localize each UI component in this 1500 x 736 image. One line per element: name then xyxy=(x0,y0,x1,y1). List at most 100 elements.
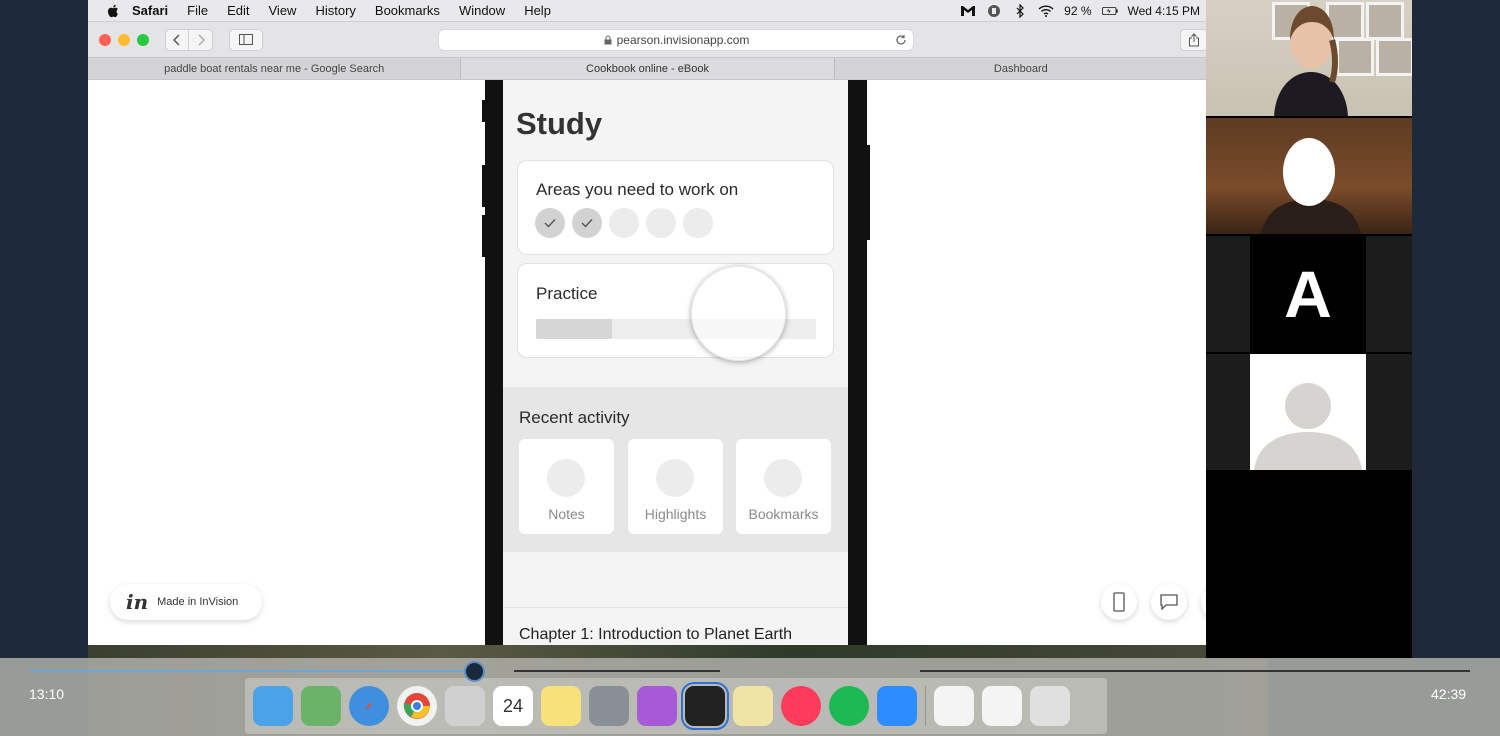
zoom-icon[interactable] xyxy=(877,686,917,726)
battery-percent: 92 % xyxy=(1064,3,1092,18)
sidebar-icon xyxy=(239,34,253,45)
gmail-icon[interactable] xyxy=(960,4,976,18)
dropbox-icon[interactable] xyxy=(986,4,1002,18)
checkmark-icon xyxy=(581,219,593,228)
url-text: pearson.invisionapp.com xyxy=(616,32,750,47)
tab-dashboard[interactable]: Dashboard xyxy=(835,58,1208,79)
sidebar-toggle-button[interactable] xyxy=(229,28,263,51)
address-bar[interactable]: pearson.invisionapp.com xyxy=(438,28,914,51)
notes-app-icon[interactable] xyxy=(541,686,581,726)
bookmarks-tile[interactable]: Bookmarks xyxy=(736,439,831,534)
participant-person xyxy=(1274,6,1348,116)
progress-played-track[interactable] xyxy=(30,670,474,672)
stickies-icon[interactable] xyxy=(733,686,773,726)
user-silhouette-icon xyxy=(1254,383,1362,470)
maps-icon[interactable] xyxy=(301,686,341,726)
tab-google-search[interactable]: paddle boat rentals near me - Google Sea… xyxy=(88,58,462,79)
default-avatar xyxy=(1250,354,1366,470)
areas-title: Areas you need to work on xyxy=(536,180,739,199)
participant-initial-avatar: A xyxy=(1250,236,1366,352)
highlights-tile[interactable]: Highlights xyxy=(628,439,723,534)
chrome-icon[interactable] xyxy=(397,686,437,726)
back-button[interactable] xyxy=(165,28,189,51)
participant-video-2[interactable] xyxy=(1206,118,1412,234)
menu-clock[interactable]: Wed 4:15 PM xyxy=(1128,4,1200,18)
area-dot-complete[interactable] xyxy=(535,208,565,238)
finder-icon[interactable] xyxy=(253,686,293,726)
practice-progress-fill xyxy=(536,319,612,339)
notes-label: Notes xyxy=(548,506,585,522)
minimize-window-button[interactable] xyxy=(118,33,130,46)
menu-view[interactable]: View xyxy=(269,3,297,18)
document-icon[interactable] xyxy=(982,686,1022,726)
wifi-icon[interactable] xyxy=(1038,4,1054,18)
podcasts-icon[interactable] xyxy=(637,686,677,726)
notes-tile[interactable]: Notes xyxy=(519,439,614,534)
highlights-icon xyxy=(656,459,694,497)
menu-bookmarks[interactable]: Bookmarks xyxy=(375,3,440,18)
battery-icon[interactable] xyxy=(1101,4,1118,18)
menu-edit[interactable]: Edit xyxy=(227,3,249,18)
made-in-invision-badge[interactable]: in Made in InVision xyxy=(110,584,262,620)
compass-icon xyxy=(365,702,373,710)
safari-icon[interactable] xyxy=(349,686,389,726)
share-button[interactable] xyxy=(1180,28,1208,51)
document-icon[interactable] xyxy=(934,686,974,726)
browser-toolbar: pearson.invisionapp.com xyxy=(88,22,1208,57)
share-icon xyxy=(1189,32,1199,46)
touch-cursor xyxy=(691,266,786,361)
menu-window[interactable]: Window xyxy=(459,3,505,18)
area-dot[interactable] xyxy=(683,208,713,238)
progress-remaining-track[interactable] xyxy=(514,670,720,672)
chevron-right-icon xyxy=(197,33,205,46)
no-entry-app-icon[interactable] xyxy=(445,686,485,726)
trash-icon[interactable] xyxy=(1030,686,1070,726)
page-title: Study xyxy=(516,106,603,141)
bluetooth-icon[interactable] xyxy=(1012,3,1028,18)
status-area: 92 % Wed 4:15 PM xyxy=(960,3,1200,18)
notes-icon xyxy=(547,459,585,497)
area-dot[interactable] xyxy=(609,208,639,238)
participant-person xyxy=(1261,138,1361,234)
tab-cookbook[interactable]: Cookbook online - eBook xyxy=(461,58,835,79)
invision-label: Made in InVision xyxy=(157,596,239,608)
area-dot[interactable] xyxy=(646,208,676,238)
calendar-icon[interactable]: 24 xyxy=(493,686,533,726)
progress-remaining-track[interactable] xyxy=(920,670,1470,672)
participant-video-1[interactable] xyxy=(1206,0,1412,116)
practice-card[interactable]: Practice xyxy=(517,263,834,358)
music-icon[interactable] xyxy=(781,686,821,726)
system-preferences-icon[interactable] xyxy=(589,686,629,726)
navigation-buttons xyxy=(165,28,213,51)
device-view-button[interactable] xyxy=(1101,584,1137,620)
highlights-label: Highlights xyxy=(644,506,707,522)
apple-icon[interactable] xyxy=(106,4,120,18)
participant-video-3[interactable]: A xyxy=(1206,236,1412,352)
invision-logo: in xyxy=(126,590,149,614)
dock-separator xyxy=(925,686,926,726)
apple-tv-icon[interactable] xyxy=(681,682,729,730)
chevron-left-icon xyxy=(173,33,180,46)
participant-video-4[interactable] xyxy=(1206,354,1412,470)
menu-history[interactable]: History xyxy=(315,3,355,18)
area-dot-complete[interactable] xyxy=(572,208,602,238)
total-duration: 42:39 xyxy=(1431,686,1467,702)
chapter-title[interactable]: Chapter 1: Introduction to Planet Earth xyxy=(519,626,792,644)
reload-icon[interactable] xyxy=(895,34,907,46)
spotify-icon[interactable] xyxy=(829,686,869,726)
menu-app-name[interactable]: Safari xyxy=(132,3,168,18)
areas-progress xyxy=(535,208,713,238)
video-call-panel: A xyxy=(1206,0,1412,658)
menu-file[interactable]: File xyxy=(187,3,208,18)
zoom-window-button[interactable] xyxy=(137,33,149,46)
scrubber-handle[interactable] xyxy=(464,661,485,682)
dock: 24 xyxy=(245,678,1107,734)
comments-button[interactable] xyxy=(1151,584,1187,620)
menu-help[interactable]: Help xyxy=(524,3,551,18)
checkmark-icon xyxy=(544,219,556,228)
areas-card[interactable]: Areas you need to work on xyxy=(517,160,834,255)
lock-icon xyxy=(604,35,612,44)
close-window-button[interactable] xyxy=(99,33,111,46)
forward-button[interactable] xyxy=(189,28,213,51)
phone-screen: Study Areas you need to work on Practice xyxy=(503,80,848,645)
